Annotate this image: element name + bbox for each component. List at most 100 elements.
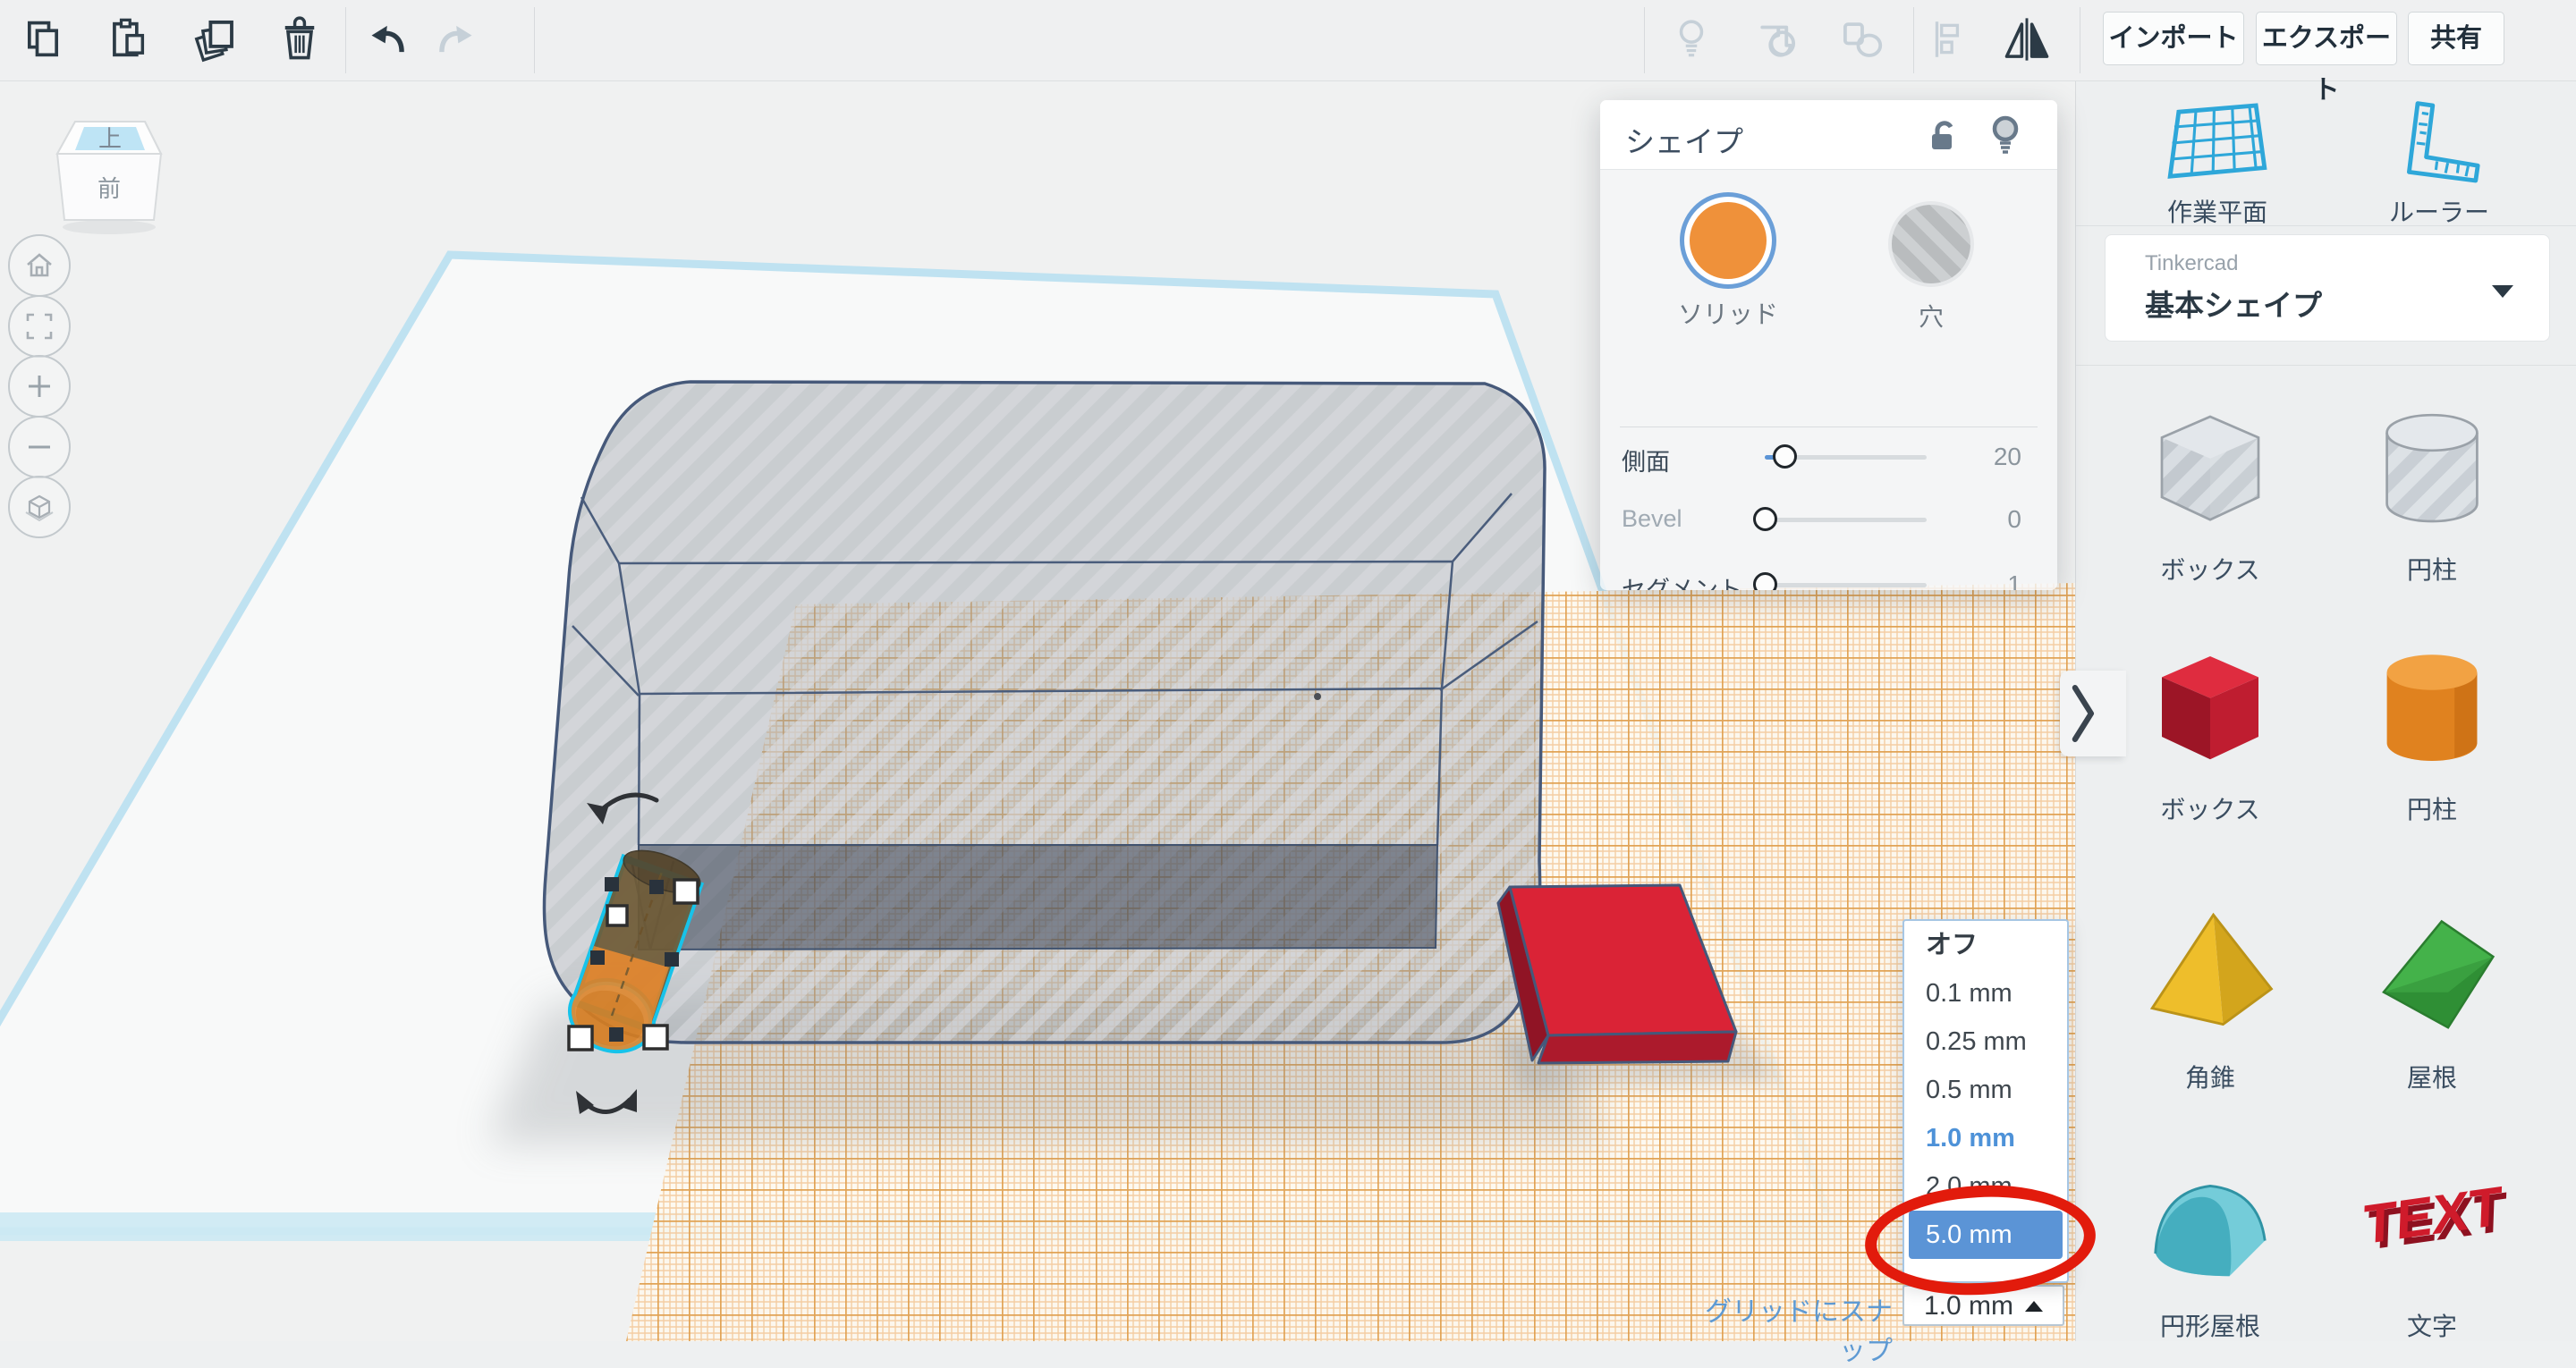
sidebar-collapse-tab[interactable] <box>2060 671 2126 756</box>
zoom-in-button[interactable] <box>8 355 71 418</box>
view-cube-top-label: 上 <box>98 125 122 152</box>
fit-view-button[interactable] <box>8 295 71 358</box>
shape-label: 円柱 <box>2406 796 2457 823</box>
snap-option-0-5[interactable]: 0.5 mm <box>1904 1066 2067 1114</box>
bevel-slider[interactable] <box>1753 507 1927 531</box>
snap-option-2-0[interactable]: 2.0 mm <box>1904 1162 2067 1211</box>
snap-option-0-25[interactable]: 0.25 mm <box>1904 1018 2067 1066</box>
collection-name: 基本シェイプ <box>2145 289 2322 322</box>
delete-button[interactable] <box>271 11 328 68</box>
shape-tile-cylinder[interactable]: 円柱 <box>2334 624 2530 826</box>
inspector-header: シェイプ <box>1600 100 2057 170</box>
top-toolbar: インポート エクスポート 共有 <box>0 0 2576 105</box>
bevel-slider-row: Bevel 0 <box>1600 496 2057 546</box>
mirror-button[interactable] <box>1993 11 2061 68</box>
copy-button[interactable] <box>14 11 72 68</box>
solid-material-option[interactable]: ソリッド <box>1670 192 1786 331</box>
solid-label: ソリッド <box>1677 300 1778 328</box>
inspector-title: シェイプ <box>1625 125 1743 158</box>
group-button[interactable] <box>1748 11 1805 68</box>
import-button[interactable]: インポート <box>2103 12 2244 65</box>
copy-icon <box>27 21 59 57</box>
shape-inspector-panel: シェイプ ソリッド 穴 側面 20 Bevel 0 セグメント 1 <box>1600 100 2057 590</box>
segments-value: 1 <box>2007 570 2021 590</box>
shape-tile-box-hole[interactable]: ボックス <box>2112 384 2309 587</box>
bevel-slider-handle[interactable] <box>1753 507 1777 531</box>
segments-slider-row: セグメント 1 <box>1600 562 2057 590</box>
export-button[interactable]: エクスポート <box>2256 12 2397 105</box>
snap-grid-dropdown: オフ 0.1 mm 0.25 mm 0.5 mm 1.0 mm 2.0 mm 5… <box>1902 919 2069 1283</box>
view-cube[interactable]: 上 前 <box>45 114 179 249</box>
ortho-cube-icon <box>25 494 54 522</box>
ruler-icon <box>2407 101 2480 183</box>
segments-slider[interactable] <box>1753 572 1927 590</box>
shape-label: 円柱 <box>2406 556 2457 584</box>
shape-label: 文字 <box>2406 1313 2457 1340</box>
hole-swatch[interactable] <box>1888 201 1974 287</box>
hole-sofa-shape[interactable] <box>542 380 1546 1044</box>
snap-option-0-1[interactable]: 0.1 mm <box>1904 969 2067 1018</box>
sides-value: 20 <box>1993 443 2021 470</box>
undo-icon <box>371 25 404 53</box>
segments-slider-handle[interactable] <box>1753 572 1777 590</box>
share-button[interactable]: 共有 <box>2408 12 2504 65</box>
midpoint-dot <box>1314 693 1321 700</box>
perspective-toggle-button[interactable] <box>8 476 71 538</box>
unlock-icon[interactable] <box>1925 116 1964 156</box>
shape-label: ボックス <box>2160 556 2260 584</box>
plus-icon <box>29 376 50 397</box>
workplane-tool-label: 作業平面 <box>2166 198 2267 226</box>
shape-tile-roof[interactable]: 屋根 <box>2334 892 2530 1094</box>
shape-label: 角錐 <box>2184 1064 2235 1092</box>
snap-option-off[interactable]: オフ <box>1904 921 2067 969</box>
view-cube-front-label: 前 <box>97 175 121 202</box>
paste-button[interactable] <box>98 11 156 68</box>
redo-icon <box>439 25 472 53</box>
sides-slider[interactable] <box>1765 444 1927 469</box>
ungroup-icon <box>1843 22 1883 57</box>
snap-to-grid-label: グリッドにスナップ <box>1705 1297 1893 1366</box>
hole-label: 穴 <box>1918 303 1944 331</box>
hole-material-option[interactable]: 穴 <box>1873 197 1989 334</box>
zoom-out-button[interactable] <box>8 416 71 478</box>
snap-option-5-0-highlighted[interactable]: 5.0 mm <box>1909 1211 2063 1259</box>
undo-button[interactable] <box>360 11 418 68</box>
bevel-label: Bevel <box>1622 505 1682 532</box>
sides-label: 側面 <box>1622 449 1670 476</box>
workplane-tool[interactable]: 作業平面 <box>2119 97 2316 229</box>
ruler-tool[interactable]: ルーラー <box>2341 97 2538 229</box>
shape-tile-box[interactable]: ボックス <box>2112 624 2309 826</box>
shape-tile-text[interactable]: TEXT TEXT 文字 <box>2334 1141 2530 1343</box>
sides-slider-row: 側面 20 <box>1600 434 2057 484</box>
home-view-button[interactable] <box>8 234 71 297</box>
chevron-down-icon <box>2492 285 2513 298</box>
cavity-slot <box>638 844 1439 951</box>
group-icon <box>1760 25 1796 57</box>
sides-slider-handle[interactable] <box>1773 444 1797 469</box>
show-all-button[interactable] <box>1663 11 1720 68</box>
mirror-icon <box>2004 18 2049 61</box>
duplicate-button[interactable] <box>187 11 244 68</box>
segments-label: セグメント <box>1622 577 1742 590</box>
align-button[interactable] <box>1919 11 1977 68</box>
shape-tile-round-roof[interactable]: 円形屋根 <box>2112 1141 2309 1343</box>
shape-label: 円形屋根 <box>2159 1313 2260 1340</box>
shapes-sidebar: 作業平面 ルーラー Tinkercad 基本シェイプ ボックス 円柱 ボックス … <box>2075 80 2576 1341</box>
shape-tile-cylinder-hole[interactable]: 円柱 <box>2334 384 2530 587</box>
ungroup-button[interactable] <box>1834 11 1891 68</box>
shape-collection-dropdown[interactable]: Tinkercad 基本シェイプ <box>2105 234 2550 342</box>
home-icon <box>27 253 52 277</box>
solid-swatch[interactable] <box>1680 192 1776 289</box>
collection-brand: Tinkercad <box>2145 251 2239 275</box>
chevron-right-icon <box>2072 685 2095 742</box>
fit-view-icon <box>26 313 53 340</box>
bevel-value: 0 <box>2007 505 2021 533</box>
paste-icon <box>113 18 145 57</box>
redo-button[interactable] <box>426 11 483 68</box>
duplicate-icon <box>194 20 233 63</box>
tinkercad-editor: { "toolbar": { "import_label": "インポート", … <box>0 0 2576 1366</box>
lightbulb-icon[interactable] <box>1986 113 2025 157</box>
shape-tile-pyramid[interactable]: 角錐 <box>2112 892 2309 1094</box>
snap-grid-select[interactable]: 1.0 mm <box>1902 1285 2064 1326</box>
snap-option-1-0[interactable]: 1.0 mm <box>1904 1114 2067 1162</box>
